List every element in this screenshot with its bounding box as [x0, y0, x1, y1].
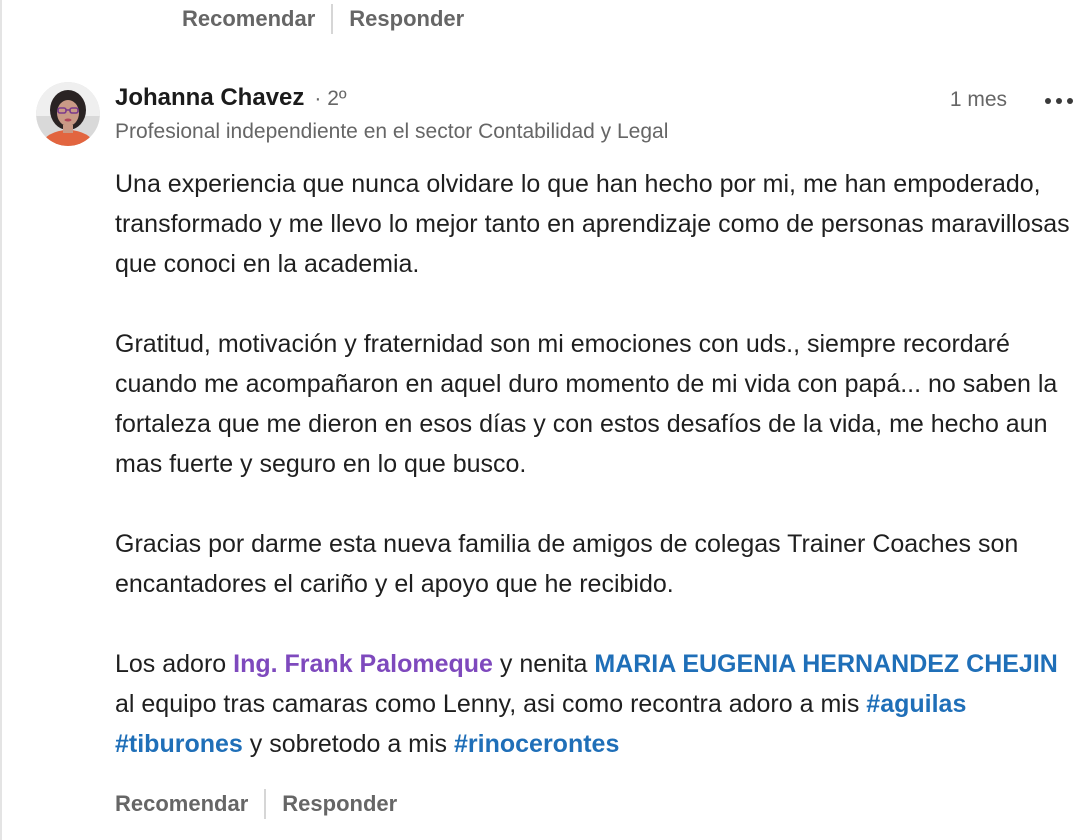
author-row: Johanna Chavez · 2º — [115, 84, 1075, 118]
author-headline: Profesional independiente en el sector C… — [115, 120, 669, 143]
action-divider — [331, 4, 334, 34]
text-segment: Los adoro — [115, 650, 234, 678]
action-divider — [264, 789, 267, 819]
hashtag-link-aguilas[interactable]: #aguilas — [866, 690, 966, 718]
comment-paragraph: Una experiencia que nunca olvidare lo qu… — [115, 170, 1070, 278]
text-segment: al equipo tras camaras como Lenny, asi c… — [115, 690, 867, 718]
avatar[interactable] — [36, 82, 100, 146]
connection-degree: · 2º — [314, 87, 347, 110]
hashtag-link-rinocerontes[interactable]: #rinocerontes — [454, 730, 619, 758]
mention-link-frank-palomeque[interactable]: Ing. Frank Palomeque — [233, 650, 493, 678]
text-segment: y nenita — [492, 650, 595, 678]
profile-photo-icon — [36, 82, 100, 146]
mention-link-maria-eugenia[interactable]: MARIA EUGENIA HERNANDEZ CHEJIN — [594, 650, 1057, 678]
reply-button[interactable]: Responder — [349, 6, 464, 32]
previous-comment-actions: Recomendar Responder — [182, 4, 464, 34]
recommend-button[interactable]: Recomendar — [182, 6, 315, 32]
author-name[interactable]: Johanna Chavez — [115, 84, 304, 112]
comment-paragraph: Gratitud, motivación y fraternidad son m… — [115, 330, 1058, 478]
ellipsis-icon — [1045, 98, 1073, 104]
comment-time: 1 mes — [949, 88, 1007, 111]
comment-body: Una experiencia que nunca olvidare lo qu… — [115, 164, 1075, 764]
comment-paragraph: Gracias por darme esta nueva familia de … — [115, 530, 1019, 598]
comment-header: Johanna Chavez · 2º Profesional independ… — [115, 84, 1075, 144]
hashtag-link-tiburones[interactable]: #tiburones — [115, 730, 243, 758]
reply-button[interactable]: Responder — [282, 791, 397, 817]
text-segment: y sobretodo a mis — [242, 730, 455, 758]
comment-actions: Recomendar Responder — [115, 788, 397, 820]
more-options-button[interactable] — [1043, 90, 1075, 112]
recommend-button[interactable]: Recomendar — [115, 791, 248, 817]
comment-paragraph: Los adoro Ing. Frank Palomeque y nenita … — [115, 644, 1075, 764]
comments-panel: Recomendar Responder Johanna Chavez · 2º… — [0, 0, 1088, 840]
